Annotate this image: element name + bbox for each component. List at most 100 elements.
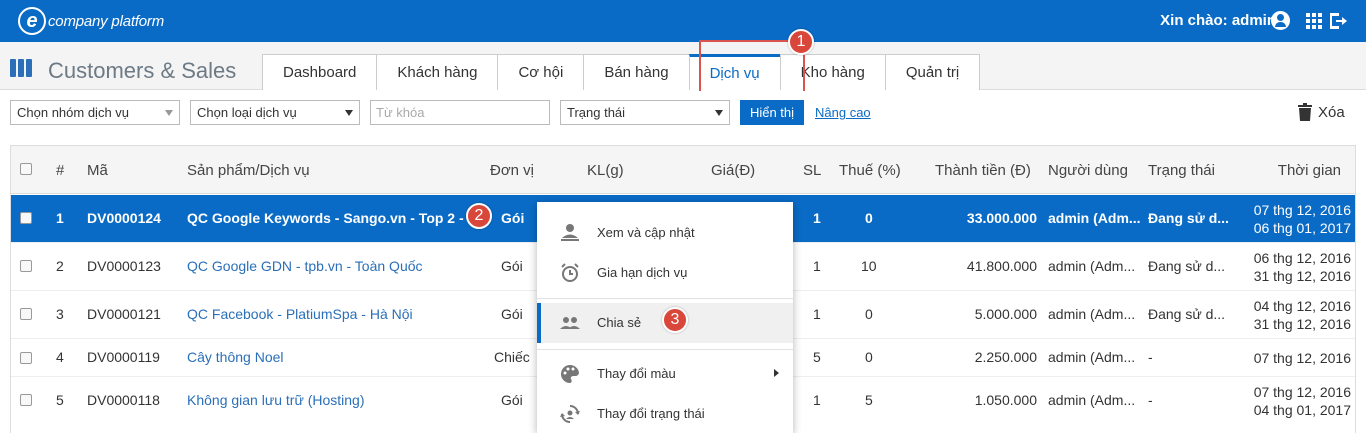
row-user: admin (Adm... bbox=[1048, 258, 1136, 274]
menu-item-view-update[interactable]: Xem và cập nhật bbox=[537, 213, 793, 253]
chevron-down-icon bbox=[715, 110, 723, 116]
service-type-select[interactable]: Chọn loại dịch vụ bbox=[190, 100, 360, 125]
row-checkbox[interactable] bbox=[20, 308, 32, 320]
user-icon[interactable] bbox=[1271, 11, 1290, 30]
row-product-link[interactable]: QC Facebook - PlatiumSpa - Hà Nội bbox=[187, 306, 413, 322]
col-header-tax[interactable]: Thuế (%) bbox=[839, 162, 901, 179]
step-badge-3: 3 bbox=[662, 307, 688, 333]
logo-text: company platform bbox=[48, 12, 165, 30]
greeting-text: Xin chào: admin bbox=[1160, 12, 1276, 29]
row-time: 07 thg 12, 2016 04 thg 01, 2017 bbox=[1253, 384, 1351, 418]
row-num: 2 bbox=[56, 258, 64, 274]
row-qty: 5 bbox=[813, 349, 821, 365]
tab-admin[interactable]: Quản trị bbox=[884, 54, 981, 90]
menu-item-change-status[interactable]: Thay đổi trạng thái bbox=[537, 394, 793, 433]
filter-bar: Chọn nhóm dịch vụ Chọn loại dịch vụ Trạn… bbox=[0, 91, 1366, 135]
menu-item-renew-service[interactable]: Gia hạn dịch vụ bbox=[537, 253, 793, 293]
row-total: 2.250.000 bbox=[974, 349, 1037, 365]
row-checkbox[interactable] bbox=[20, 352, 32, 364]
module-icon bbox=[10, 59, 34, 77]
menu-item-label: Thay đổi màu bbox=[597, 366, 676, 381]
row-time: 04 thg 12, 2016 31 thg 12, 2016 bbox=[1253, 298, 1351, 332]
show-button[interactable]: Hiển thị bbox=[740, 100, 804, 125]
tab-warehouse[interactable]: Kho hàng bbox=[779, 54, 886, 90]
select-all-checkbox[interactable] bbox=[20, 163, 32, 175]
row-checkbox[interactable] bbox=[20, 394, 32, 406]
row-unit: Chiếc bbox=[494, 349, 530, 365]
col-header-time[interactable]: Thời gian bbox=[1278, 162, 1341, 179]
company-logo[interactable]: e company platform bbox=[18, 7, 164, 35]
status-value: Trạng thái bbox=[567, 105, 626, 120]
row-num: 4 bbox=[56, 349, 64, 365]
keyword-input[interactable] bbox=[370, 100, 550, 125]
step-badge-2: 2 bbox=[466, 203, 492, 229]
menu-item-change-color[interactable]: Thay đổi màu bbox=[537, 354, 793, 394]
row-product-link[interactable]: Không gian lưu trữ (Hosting) bbox=[187, 392, 365, 408]
row-code: DV0000123 bbox=[87, 258, 161, 274]
menu-item-label: Chia sẻ bbox=[597, 315, 642, 330]
row-total: 33.000.000 bbox=[966, 210, 1037, 226]
row-time: 06 thg 12, 2016 31 thg 12, 2016 bbox=[1253, 250, 1351, 284]
service-group-select[interactable]: Chọn nhóm dịch vụ bbox=[10, 100, 180, 125]
status-select[interactable]: Trạng thái bbox=[560, 100, 730, 125]
row-total: 5.000.000 bbox=[974, 306, 1037, 322]
row-tax: 0 bbox=[865, 210, 873, 226]
row-num: 3 bbox=[56, 306, 64, 322]
row-tax: 0 bbox=[865, 349, 873, 365]
row-tax: 10 bbox=[861, 258, 877, 274]
row-time: 07 thg 12, 2016 bbox=[1253, 350, 1351, 366]
step-badge-1: 1 bbox=[788, 29, 814, 55]
row-tax: 5 bbox=[865, 392, 873, 408]
row-num: 1 bbox=[56, 210, 64, 226]
col-header-weight[interactable]: KL(g) bbox=[587, 162, 624, 179]
delete-button[interactable]: Xóa bbox=[1318, 104, 1345, 121]
row-status: Đang sử d... bbox=[1148, 306, 1226, 322]
row-status: Đang sử d... bbox=[1148, 210, 1229, 226]
row-code: DV0000118 bbox=[87, 392, 160, 408]
row-checkbox[interactable] bbox=[20, 212, 32, 224]
row-product-link[interactable]: QC Google GDN - tpb.vn - Toàn Quốc bbox=[187, 258, 423, 274]
palette-icon bbox=[561, 364, 579, 383]
row-unit: Gói bbox=[501, 392, 523, 408]
col-header-price[interactable]: Giá(Đ) bbox=[711, 162, 755, 179]
service-group-value: Chọn nhóm dịch vụ bbox=[17, 105, 130, 120]
chevron-down-icon bbox=[165, 110, 173, 116]
col-header-user[interactable]: Người dùng bbox=[1048, 162, 1128, 179]
people-icon bbox=[560, 317, 580, 329]
tab-opportunities[interactable]: Cơ hội bbox=[497, 54, 585, 90]
row-user: admin (Adm... bbox=[1048, 210, 1141, 226]
row-total: 1.050.000 bbox=[974, 392, 1037, 408]
logo-mark: e bbox=[18, 7, 46, 35]
row-user: admin (Adm... bbox=[1048, 349, 1136, 365]
col-header-unit[interactable]: Đơn vị bbox=[490, 162, 534, 179]
apps-grid-icon[interactable] bbox=[1306, 13, 1322, 29]
advanced-search-link[interactable]: Nâng cao bbox=[815, 105, 871, 120]
col-header-qty[interactable]: SL bbox=[803, 162, 821, 179]
row-qty: 1 bbox=[813, 306, 821, 322]
row-product-link[interactable]: QC Google Keywords - Sango.vn - Top 2 - … bbox=[187, 210, 477, 226]
row-unit: Gói bbox=[501, 306, 523, 322]
trash-icon[interactable] bbox=[1298, 103, 1312, 121]
row-checkbox[interactable] bbox=[20, 260, 32, 272]
row-status: - bbox=[1148, 392, 1153, 408]
tab-sales[interactable]: Bán hàng bbox=[583, 54, 690, 90]
row-status: - bbox=[1148, 349, 1153, 365]
row-qty: 1 bbox=[813, 210, 821, 226]
logout-icon[interactable] bbox=[1328, 11, 1348, 31]
col-header-total[interactable]: Thành tiền (Đ) bbox=[935, 162, 1031, 179]
tab-services[interactable]: Dịch vụ bbox=[688, 54, 781, 90]
row-product-link[interactable]: Cây thông Noel bbox=[187, 349, 284, 365]
service-type-value: Chọn loại dịch vụ bbox=[197, 105, 297, 120]
row-total: 41.800.000 bbox=[966, 258, 1037, 274]
person-edit-icon bbox=[561, 224, 579, 241]
col-header-status[interactable]: Trạng thái bbox=[1148, 162, 1215, 179]
tab-customers[interactable]: Khách hàng bbox=[376, 54, 499, 90]
row-code: DV0000121 bbox=[87, 306, 161, 322]
chevron-down-icon bbox=[345, 110, 353, 116]
col-header-product[interactable]: Sản phẩm/Dịch vụ bbox=[187, 162, 310, 179]
row-time: 07 thg 12, 2016 06 thg 01, 2017 bbox=[1253, 202, 1351, 236]
col-header-code[interactable]: Mã bbox=[87, 162, 108, 179]
col-header-num[interactable]: # bbox=[56, 162, 64, 179]
tab-dashboard[interactable]: Dashboard bbox=[262, 54, 378, 90]
menu-item-label: Xem và cập nhật bbox=[597, 225, 695, 240]
